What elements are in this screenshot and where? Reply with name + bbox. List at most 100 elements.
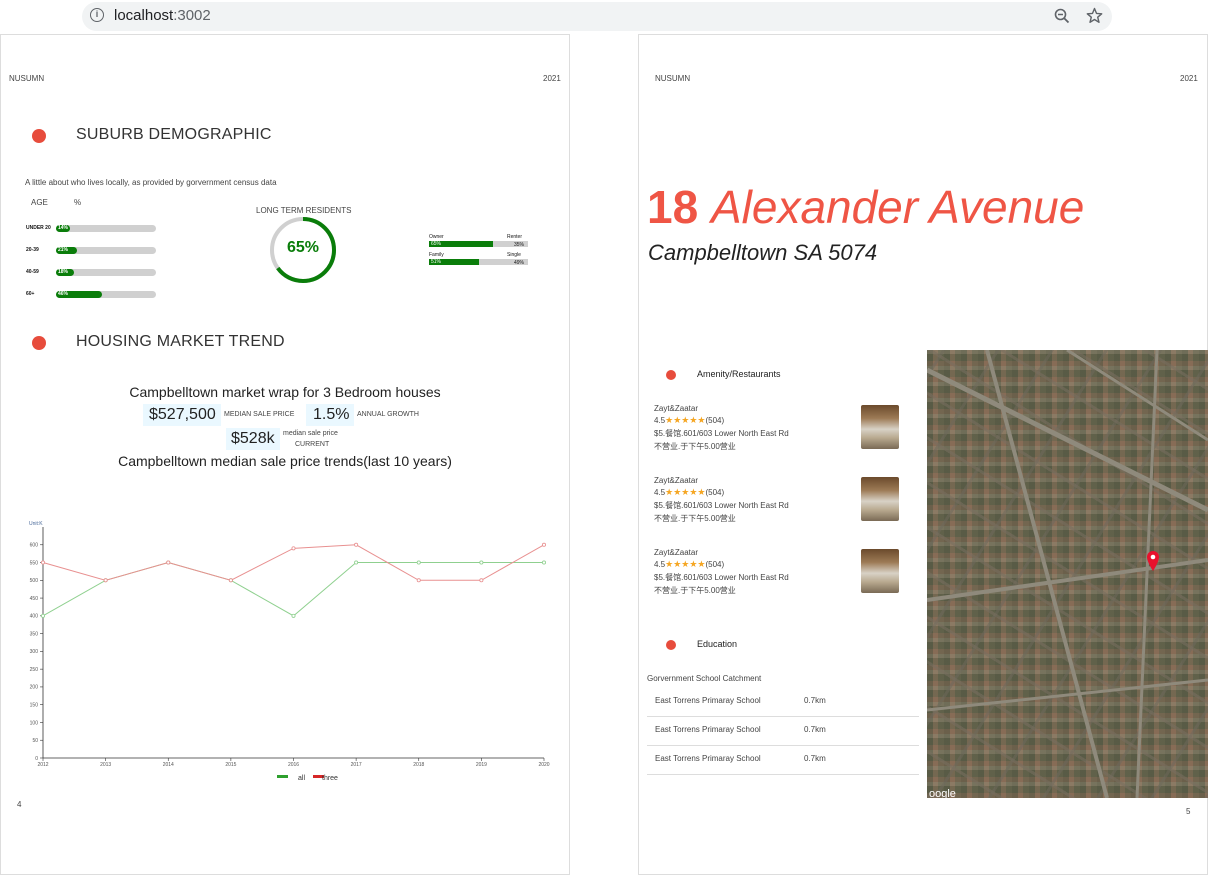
section-bullet bbox=[32, 336, 46, 350]
age-bar-fill: 46% bbox=[56, 291, 102, 298]
age-bar-track bbox=[56, 225, 156, 232]
page-header-year: 2021 bbox=[1180, 74, 1198, 83]
y-tick-label: 400 bbox=[30, 614, 39, 620]
data-point-three bbox=[291, 546, 296, 551]
page-header-brand: NUSUMN bbox=[655, 74, 691, 83]
data-point-all bbox=[416, 560, 421, 565]
rating-value: 4.5 bbox=[654, 560, 666, 569]
tenure-bar-fill: 51% bbox=[429, 259, 480, 265]
restaurant-photo[interactable] bbox=[861, 549, 899, 593]
page-header-brand: NUSUMN bbox=[9, 74, 45, 83]
rating-value: 4.5 bbox=[654, 488, 666, 497]
school-distance: 0.7km bbox=[804, 725, 826, 734]
property-suburb: Campbelltown SA 5074 bbox=[648, 240, 878, 265]
median-sale-price-label: MEDIAN SALE PRICE bbox=[224, 411, 295, 418]
site-info-icon[interactable]: i bbox=[90, 8, 104, 22]
x-tick-label: 2013 bbox=[100, 762, 111, 768]
restaurant-name: Zayt&Zaatar bbox=[654, 476, 699, 485]
restaurant-photo[interactable] bbox=[861, 477, 899, 521]
tenure-label-family: Family bbox=[429, 252, 444, 258]
x-tick-label: 2014 bbox=[163, 762, 174, 768]
catchment-label: Gorvernment School Catchment bbox=[647, 674, 762, 683]
y-tick-label: 0 bbox=[35, 756, 38, 762]
bookmark-star-icon[interactable] bbox=[1086, 7, 1103, 24]
restaurant-hours: 不营业.于下午5.00营业 bbox=[654, 586, 736, 595]
school-distance: 0.7km bbox=[804, 696, 826, 705]
x-tick-label: 2018 bbox=[413, 762, 424, 768]
age-bar-fill: 21% bbox=[56, 247, 77, 254]
amenity-section-title: Amenity/Restaurants bbox=[697, 369, 781, 379]
y-tick-label: 150 bbox=[30, 702, 39, 708]
data-point-three bbox=[354, 542, 359, 547]
age-bar-fill: 14% bbox=[56, 225, 70, 232]
rating-stars-icon: ★★★★★ bbox=[665, 559, 706, 569]
section-title-market: HOUSING MARKET TREND bbox=[76, 333, 285, 350]
property-address-line: 18 Alexander Avenue bbox=[647, 180, 1084, 234]
address-bar[interactable] bbox=[82, 2, 1112, 31]
y-tick-label: 100 bbox=[30, 720, 39, 726]
restaurant-card[interactable]: Zayt&Zaatar 4.5★★★★★(504) $5.餐馆.601/603 … bbox=[654, 404, 789, 452]
data-point-all bbox=[40, 613, 45, 618]
section-bullet bbox=[32, 129, 46, 143]
data-point-three bbox=[416, 578, 421, 583]
map-attribution: oogle bbox=[929, 788, 956, 798]
tenure-right-value: 35% bbox=[514, 242, 525, 248]
median-sale-price-value: $527,500 bbox=[149, 406, 216, 423]
rating-stars-icon: ★★★★★ bbox=[665, 487, 706, 497]
school-name: East Torrens Primaray School bbox=[655, 754, 761, 763]
y-tick-label: 250 bbox=[30, 667, 39, 673]
data-point-all bbox=[479, 560, 484, 565]
market-wrap-title: Campbelltown market wrap for 3 Bedroom h… bbox=[129, 384, 441, 400]
restaurant-card[interactable]: Zayt&Zaatar 4.5★★★★★(504) $5.餐馆.601/603 … bbox=[654, 548, 789, 596]
annual-growth-value: 1.5% bbox=[313, 406, 350, 423]
tenure-label-renter: Renter bbox=[507, 234, 523, 240]
school-distance: 0.7km bbox=[804, 754, 826, 763]
data-point-three bbox=[228, 578, 233, 583]
school-name: East Torrens Primaray School bbox=[655, 696, 761, 705]
current-price-value: $528k bbox=[231, 430, 275, 447]
y-tick-label: 350 bbox=[30, 631, 39, 637]
satellite-map[interactable]: oogle bbox=[927, 350, 1208, 798]
age-label: 20-39 bbox=[26, 247, 39, 253]
zoom-out-icon[interactable] bbox=[1054, 8, 1070, 24]
legend-label-all: all bbox=[298, 775, 305, 782]
section-bullet bbox=[666, 640, 676, 650]
review-count: (504) bbox=[705, 488, 725, 497]
price-trend-chart: Unit:K 0 50 100 150 200 250 300 350 400 450 500 550 6… bbox=[29, 521, 550, 782]
education-section-title: Education bbox=[697, 639, 738, 649]
data-point-all bbox=[542, 560, 547, 565]
section-bullet bbox=[666, 370, 676, 380]
demographic-subtitle: A little about who lives locally, as pro… bbox=[25, 178, 277, 187]
data-point-three bbox=[542, 542, 547, 547]
data-point-three bbox=[479, 578, 484, 583]
restaurant-card[interactable]: Zayt&Zaatar 4.5★★★★★(504) $5.餐馆.601/603 … bbox=[654, 476, 789, 524]
school-name: East Torrens Primaray School bbox=[655, 725, 761, 734]
trend-title: Campbelltown median sale price trends(la… bbox=[118, 453, 452, 469]
data-point-three bbox=[40, 560, 45, 565]
restaurant-rating: 4.5★★★★★(504) bbox=[654, 415, 789, 426]
data-point-three bbox=[166, 560, 171, 565]
restaurant-name: Zayt&Zaatar bbox=[654, 404, 699, 413]
age-header: AGE bbox=[31, 198, 48, 207]
age-label: UNDER 20 bbox=[26, 225, 51, 231]
series-line-all bbox=[42, 562, 544, 617]
restaurant-rating: 4.5★★★★★(504) bbox=[654, 487, 789, 498]
y-tick-label: 500 bbox=[30, 578, 39, 584]
restaurant-photo[interactable] bbox=[861, 405, 899, 449]
y-tick-label: 550 bbox=[30, 560, 39, 566]
legend-swatch-all bbox=[277, 775, 288, 778]
review-count: (504) bbox=[705, 560, 725, 569]
map-roads bbox=[927, 350, 1208, 798]
x-tick-label: 2019 bbox=[476, 762, 487, 768]
current-price-sublabel: CURRENT bbox=[295, 441, 330, 448]
current-price-label: median sale price bbox=[283, 430, 338, 437]
tenure-right-value: 49% bbox=[514, 260, 525, 266]
x-tick-label: 2020 bbox=[538, 762, 549, 768]
location-pin-icon[interactable] bbox=[1146, 550, 1160, 572]
data-point-three bbox=[103, 578, 108, 583]
x-tick-label: 2012 bbox=[37, 762, 48, 768]
url-text[interactable]: localhost:3002 bbox=[114, 7, 211, 24]
review-count: (504) bbox=[705, 416, 725, 425]
tenure-label-owner: Owner bbox=[429, 234, 444, 240]
data-point-all bbox=[354, 560, 359, 565]
